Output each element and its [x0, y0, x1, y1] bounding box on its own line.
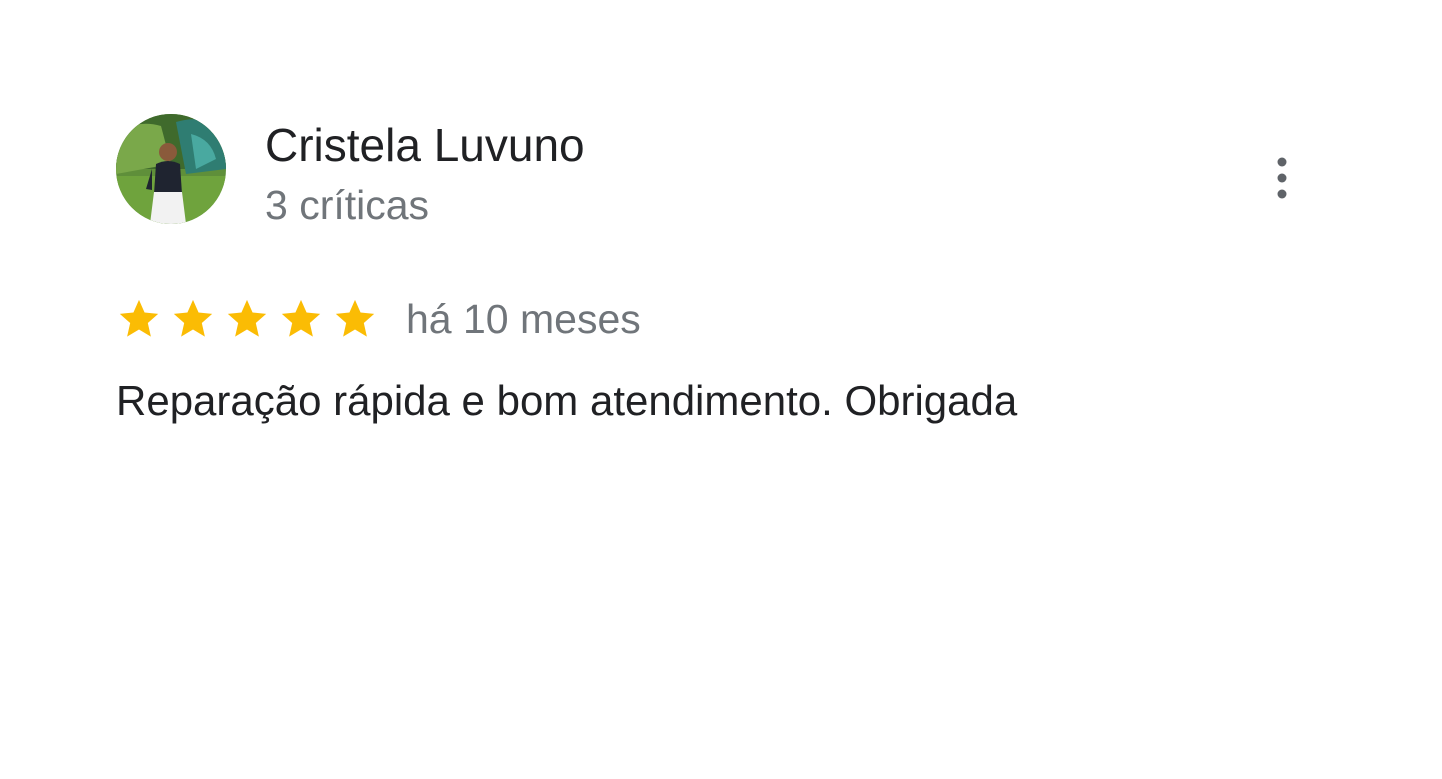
star-icon — [278, 296, 324, 342]
more-options-button[interactable] — [1256, 148, 1308, 208]
star-icon — [116, 296, 162, 342]
review-date: há 10 meses — [406, 296, 641, 342]
review-text: Reparação rápida e bom atendimento. Obri… — [116, 377, 1018, 424]
more-vert-icon — [1277, 157, 1287, 199]
star-rating — [116, 296, 386, 342]
author-review-count[interactable]: 3 críticas — [265, 180, 429, 230]
star-icon — [332, 296, 378, 342]
author-avatar[interactable] — [116, 114, 226, 224]
avatar-photo-icon — [116, 114, 226, 224]
star-icon — [170, 296, 216, 342]
author-name[interactable]: Cristela Luvuno — [265, 118, 585, 172]
review-card: Cristela Luvuno 3 críticas há 10 meses R… — [0, 0, 1442, 779]
rating-row: há 10 meses — [116, 292, 641, 346]
star-icon — [224, 296, 270, 342]
